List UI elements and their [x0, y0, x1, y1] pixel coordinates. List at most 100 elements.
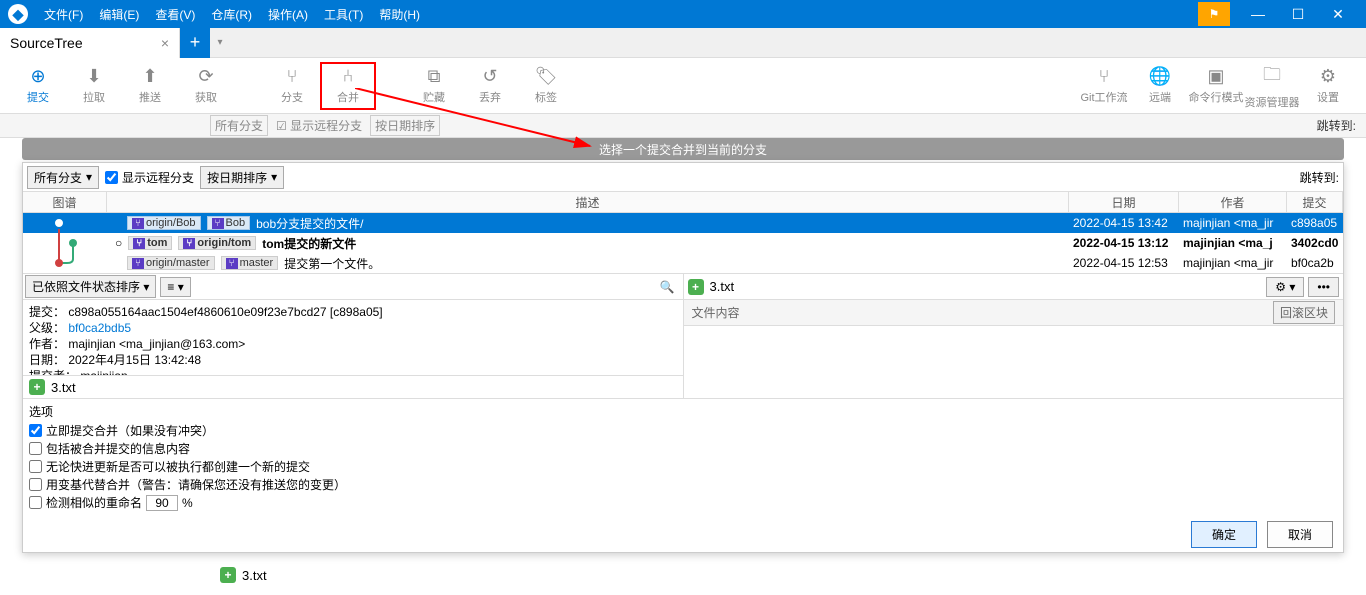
commit-graph: [23, 213, 107, 273]
rename-percent-input[interactable]: [146, 495, 178, 511]
commit-message: tom提交的新文件: [262, 235, 356, 252]
branch-tag[interactable]: ⑂tom: [128, 236, 172, 250]
diff-file-name: 3.txt: [710, 279, 735, 294]
pull-button[interactable]: ⬇拉取: [66, 62, 122, 110]
sort-dropdown[interactable]: 按日期排序▾: [200, 166, 284, 189]
discard-icon: ↺: [482, 66, 497, 87]
repo-tab[interactable]: SourceTree ×: [0, 28, 180, 58]
commit-author: majinjian <ma_jir: [1179, 216, 1287, 230]
refresh-icon: ⟳: [198, 66, 213, 87]
fetch-button[interactable]: ⟳获取: [178, 62, 234, 110]
rollback-hunk-button[interactable]: 回滚区块: [1273, 301, 1335, 324]
col-desc[interactable]: 描述: [107, 192, 1069, 212]
file-added-icon: +: [220, 567, 236, 583]
file-added-icon: +: [688, 279, 704, 295]
chevron-down-icon: ▾: [86, 170, 92, 184]
gitflow-icon: ⑂: [1099, 66, 1110, 87]
branch-tag[interactable]: ⑂origin/Bob: [127, 216, 201, 230]
commit-list: ⑂origin/Bob ⑂Bob bob分支提交的文件/2022-04-15 13:…: [23, 213, 1343, 273]
search-icon[interactable]: 🔍: [660, 280, 681, 294]
list-mode-dropdown[interactable]: ≡ ▾: [160, 277, 190, 297]
changed-file-row[interactable]: + 3.txt: [23, 376, 683, 398]
plus-circle-icon: ⊕: [30, 66, 45, 87]
sort-files-dropdown[interactable]: 已依照文件状态排序 ▾: [25, 275, 156, 298]
branch-tag[interactable]: ⑂master: [221, 256, 279, 270]
menu-repo[interactable]: 仓库(R): [203, 6, 260, 23]
branch-tag[interactable]: ⑂Bob: [207, 216, 251, 230]
tab-dropdown-icon[interactable]: ▾: [210, 37, 230, 48]
close-button[interactable]: ✕: [1318, 6, 1358, 23]
commit-row[interactable]: ⑂origin/master⑂master提交第一个文件。2022-04-15 …: [23, 253, 1343, 273]
tab-title: SourceTree: [10, 35, 83, 51]
commit-hash: 3402cd0: [1287, 236, 1343, 250]
menu-help[interactable]: 帮助(H): [371, 6, 428, 23]
new-tab-button[interactable]: +: [180, 28, 210, 58]
file-added-icon: +: [29, 379, 45, 395]
branch-tag[interactable]: ⑂origin/tom: [178, 236, 256, 250]
branch-icon: ⑂: [132, 258, 144, 269]
option-detect-renames[interactable]: 检测相似的重命名 %: [29, 494, 1337, 511]
cancel-button[interactable]: 取消: [1267, 521, 1333, 548]
commit-row[interactable]: ○⑂tom⑂origin/tomtom提交的新文件2022-04-15 13:1…: [23, 233, 1343, 253]
diff-settings-button[interactable]: ⚙ ▾: [1266, 277, 1304, 297]
commit-hash: bf0ca2b: [1287, 256, 1343, 270]
col-graph[interactable]: 图谱: [23, 192, 107, 212]
option-include-messages[interactable]: 包括被合并提交的信息内容: [29, 440, 1337, 457]
col-date[interactable]: 日期: [1069, 192, 1179, 212]
stash-button[interactable]: ⧉贮藏: [406, 62, 462, 110]
terminal-button[interactable]: ▣命令行模式: [1188, 62, 1244, 110]
merge-icon: ⑃: [343, 66, 354, 87]
merge-options: 选项 立即提交合并（如果没有冲突） 包括被合并提交的信息内容 无论快进更新是否可…: [23, 398, 1343, 516]
menu-action[interactable]: 操作(A): [260, 6, 316, 23]
commit-message: 提交第一个文件。: [284, 255, 380, 272]
menu-edit[interactable]: 编辑(E): [91, 6, 147, 23]
commit-metadata: 提交： c898a055164aac1504ef4860610e09f23e7b…: [23, 300, 683, 376]
chevron-down-icon: ▾: [271, 170, 277, 184]
commit-message: bob分支提交的文件/: [256, 215, 363, 232]
option-no-ff[interactable]: 无论快进更新是否可以被执行都创建一个新的提交: [29, 458, 1337, 475]
bg-file-row: + 3.txt: [220, 567, 267, 583]
menu-view[interactable]: 查看(V): [147, 6, 203, 23]
commit-row[interactable]: ⑂origin/Bob ⑂Bob bob分支提交的文件/2022-04-15 13:…: [23, 213, 1343, 233]
menu-tools[interactable]: 工具(T): [316, 6, 371, 23]
file-name: 3.txt: [51, 380, 76, 395]
notification-flag-icon[interactable]: ⚑: [1198, 2, 1230, 26]
commit-hash: c898a05: [1287, 216, 1343, 230]
menu-file[interactable]: 文件(F): [36, 6, 91, 23]
merge-button[interactable]: ⑃合并: [320, 62, 376, 110]
terminal-icon: ▣: [1207, 66, 1224, 87]
globe-icon: 🌐: [1149, 66, 1171, 87]
remote-button[interactable]: 🌐远端: [1132, 62, 1188, 110]
settings-button[interactable]: ⚙设置: [1300, 62, 1356, 110]
option-commit-immediately[interactable]: 立即提交合并（如果没有冲突）: [29, 422, 1337, 439]
col-author[interactable]: 作者: [1179, 192, 1287, 212]
explorer-button[interactable]: 🗀资源管理器: [1244, 62, 1300, 110]
gear-icon: ⚙: [1320, 66, 1336, 87]
branch-filter-dropdown[interactable]: 所有分支▾: [27, 166, 99, 189]
discard-button[interactable]: ↺丢弃: [462, 62, 518, 110]
diff-more-button[interactable]: •••: [1308, 277, 1339, 297]
maximize-button[interactable]: ☐: [1278, 6, 1318, 23]
tag-button[interactable]: 🏷标签: [518, 62, 574, 110]
upload-icon: ⬆: [142, 66, 157, 87]
bg-sortdate: 按日期排序: [370, 115, 440, 136]
push-button[interactable]: ⬆推送: [122, 62, 178, 110]
branch-tag[interactable]: ⑂origin/master: [127, 256, 215, 270]
ok-button[interactable]: 确定: [1191, 521, 1257, 548]
branch-button[interactable]: ⑂分支: [264, 62, 320, 110]
col-commit[interactable]: 提交: [1287, 192, 1343, 212]
commit-date: 2022-04-15 13:42: [1069, 216, 1179, 230]
parent-hash-link[interactable]: bf0ca2bdb5: [68, 321, 131, 335]
commit-button[interactable]: ⊕提交: [10, 62, 66, 110]
jump-to-label: 跳转到:: [1300, 169, 1339, 186]
tab-close-icon[interactable]: ×: [161, 35, 169, 51]
folder-icon: 🗀: [1263, 62, 1281, 92]
show-remote-checkbox[interactable]: 显示远程分支: [105, 169, 194, 186]
commit-author: majinjian <ma_jir: [1179, 256, 1287, 270]
branch-icon: ⑂: [287, 66, 298, 87]
option-rebase[interactable]: 用变基代替合并（警告：请确保您还没有推送您的变更）: [29, 476, 1337, 493]
gitflow-button[interactable]: ⑂Git工作流: [1076, 62, 1132, 110]
commit-author: majinjian <ma_j: [1179, 236, 1287, 250]
head-indicator-icon: ○: [115, 236, 122, 250]
minimize-button[interactable]: —: [1238, 6, 1278, 22]
